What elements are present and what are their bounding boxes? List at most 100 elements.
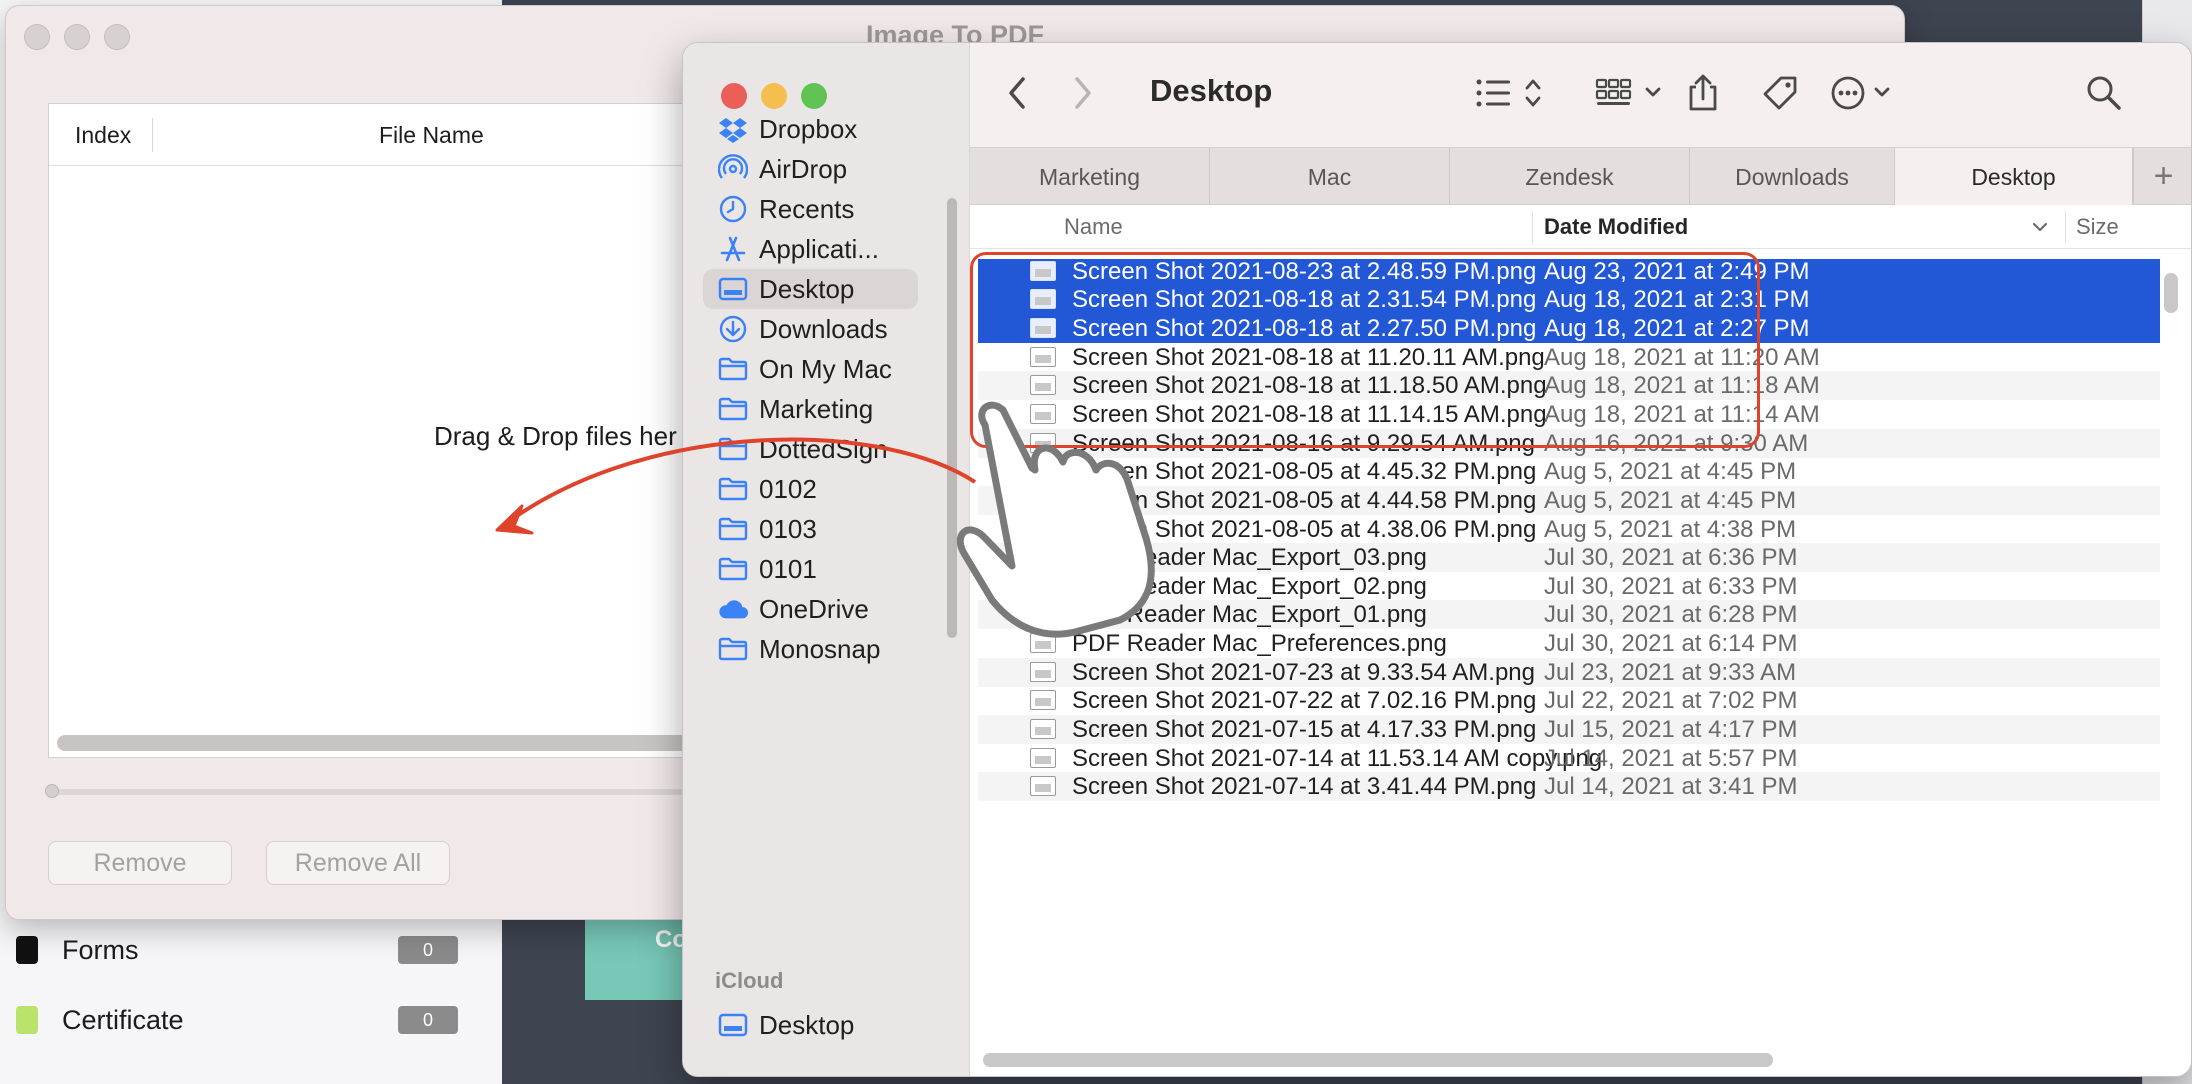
finder-toolbar: Desktop	[970, 43, 2191, 147]
remove-all-button[interactable]: Remove All	[266, 841, 450, 885]
sort-chevron-icon[interactable]	[2030, 217, 2050, 242]
file-row[interactable]: Screen Shot 2021-08-05 at 4.44.58 PM.png…	[978, 486, 2160, 515]
tab-downloads[interactable]: Downloads	[1690, 148, 1895, 206]
image-file-icon	[1030, 490, 1056, 510]
file-name: Screen Shot 2021-08-05 at 4.38.06 PM.png	[1072, 516, 1537, 543]
sidebar-item-airdrop[interactable]: AirDrop	[703, 149, 918, 189]
file-row[interactable]: PDF Reader Mac_Preferences.png Jul 30, 20…	[978, 629, 2160, 658]
sidebar-item-dropbox[interactable]: Dropbox	[703, 109, 918, 149]
folder-icon	[717, 353, 749, 385]
airdrop-icon	[717, 153, 749, 185]
image-file-icon	[1030, 633, 1056, 653]
sidebar-item-label: Desktop	[759, 273, 855, 304]
group-view-icon[interactable]	[1595, 71, 1667, 115]
file-list-horizontal-scrollbar[interactable]	[983, 1053, 1773, 1067]
sidebar-item-label: OneDrive	[759, 593, 869, 624]
image-file-icon	[1030, 576, 1056, 596]
file-row[interactable]: Screen Shot 2021-07-14 at 11.53.14 AM co…	[978, 744, 2160, 773]
sidebar-item-label: Applicati...	[759, 233, 879, 264]
file-row[interactable]: PDF Reader Mac_Export_01.png Jul 30, 2021…	[978, 600, 2160, 629]
column-header-date-modified[interactable]: Date Modified	[1544, 214, 1688, 240]
folder-icon	[717, 553, 749, 585]
file-row[interactable]: Screen Shot 2021-07-15 at 4.17.33 PM.png…	[978, 715, 2160, 744]
folder-icon	[717, 633, 749, 665]
sidebar-item-label: On My Mac	[759, 353, 892, 384]
file-name: Screen Shot 2021-07-14 at 11.53.14 AM co…	[1072, 745, 1603, 772]
sidebar-item-applicati[interactable]: Applicati...	[703, 229, 918, 269]
file-row[interactable]: Screen Shot 2021-07-14 at 3.41.44 PM.png…	[978, 772, 2160, 801]
sidebar-item-onedrive[interactable]: OneDrive	[703, 589, 918, 629]
search-icon[interactable]	[2084, 71, 2124, 115]
file-row[interactable]: Screen Shot 2021-07-23 at 9.33.54 AM.png…	[978, 658, 2160, 687]
tab-desktop[interactable]: Desktop	[1895, 148, 2133, 206]
file-name: PDF Reader Mac_Export_03.png	[1072, 544, 1427, 571]
remove-button[interactable]: Remove	[48, 841, 232, 885]
finder-window: Dropbox AirDrop Recents Applicati... Desktop…	[682, 42, 2192, 1077]
sidebar-scrollbar[interactable]	[947, 198, 957, 638]
sidebar-item-desktop[interactable]: Desktop	[703, 269, 918, 309]
file-name: Screen Shot 2021-08-05 at 4.45.32 PM.png	[1072, 458, 1537, 485]
sidebar-item-monosnap[interactable]: Monosnap	[703, 629, 918, 669]
share-icon[interactable]	[1683, 71, 1723, 115]
file-row[interactable]: Screen Shot 2021-08-05 at 4.45.32 PM.png…	[978, 457, 2160, 486]
count-badge: 0	[398, 1006, 458, 1034]
sidebar-item-label: Forms	[62, 934, 139, 965]
file-date-modified: Jul 23, 2021 at 9:33 AM	[1544, 659, 1797, 686]
more-actions-icon[interactable]	[1830, 71, 1900, 115]
image-file-icon	[1030, 690, 1056, 710]
sidebar-item-label: DottedSign	[759, 433, 888, 464]
file-row[interactable]: PDF Reader Mac_Export_02.png Jul 30, 2021…	[978, 572, 2160, 601]
slider-knob[interactable]	[45, 784, 59, 798]
forward-icon[interactable]	[1066, 71, 1100, 115]
sidebar-item-downloads[interactable]: Downloads	[703, 309, 918, 349]
close-button[interactable]	[721, 83, 747, 109]
sidebar-section-icloud: iCloud	[715, 968, 784, 993]
sidebar-item-icloud-desktop[interactable]: Desktop	[703, 997, 918, 1053]
file-list-scrollbar[interactable]	[2164, 273, 2178, 313]
image-file-icon	[1030, 604, 1056, 624]
back-icon[interactable]	[1000, 71, 1034, 115]
file-name: Screen Shot 2021-08-05 at 4.44.58 PM.png	[1072, 487, 1537, 514]
applications-icon	[717, 233, 749, 265]
tab-marketing[interactable]: Marketing	[970, 148, 1210, 206]
file-date-modified: Jul 22, 2021 at 7:02 PM	[1544, 687, 1798, 714]
file-name: Screen Shot 2021-07-22 at 7.02.16 PM.png	[1072, 687, 1537, 714]
sidebar-item-label: Monosnap	[759, 633, 881, 664]
new-tab-button[interactable]: +	[2133, 148, 2191, 206]
sidebar-item-0102[interactable]: 0102	[703, 469, 918, 509]
sidebar-item-0101[interactable]: 0101	[703, 549, 918, 589]
file-name: PDF Reader Mac_Export_02.png	[1072, 573, 1427, 600]
sidebar-item-recents[interactable]: Recents	[703, 189, 918, 229]
file-date-modified: Jul 30, 2021 at 6:28 PM	[1544, 601, 1798, 628]
finder-sidebar: Dropbox AirDrop Recents Applicati... Desktop…	[683, 43, 970, 1076]
folder-icon	[717, 393, 749, 425]
minimize-button[interactable]	[761, 83, 787, 109]
sidebar-item-dottedsign[interactable]: DottedSign	[703, 429, 918, 469]
file-date-modified: Jul 30, 2021 at 6:14 PM	[1544, 630, 1798, 657]
tab-zendesk[interactable]: Zendesk	[1450, 148, 1690, 206]
tag-icon[interactable]	[1760, 71, 1800, 115]
image-file-icon	[1030, 719, 1056, 739]
sidebar-item-0103[interactable]: 0103	[703, 509, 918, 549]
sidebar-item-on-my-mac[interactable]: On My Mac	[703, 349, 918, 389]
sidebar-item-forms[interactable]: Forms 0	[0, 920, 500, 980]
file-row[interactable]: Screen Shot 2021-08-05 at 4.38.06 PM.png…	[978, 515, 2160, 544]
tab-mac[interactable]: Mac	[1210, 148, 1450, 206]
sidebar-item-label: Dropbox	[759, 113, 858, 144]
sidebar-item-label: AirDrop	[759, 153, 848, 184]
sidebar-item-marketing[interactable]: Marketing	[703, 389, 918, 429]
zoom-button[interactable]	[801, 83, 827, 109]
sidebar-item-certificate[interactable]: Certificate 0	[0, 990, 500, 1050]
column-header-index[interactable]: Index	[75, 122, 131, 149]
column-header-name[interactable]: Name	[1064, 214, 1123, 240]
file-row[interactable]: Screen Shot 2021-07-22 at 7.02.16 PM.png…	[978, 686, 2160, 715]
folder-icon	[717, 513, 749, 545]
list-view-icon[interactable]	[1475, 71, 1549, 115]
file-row[interactable]: PDF Reader Mac_Export_03.png Jul 30, 2021…	[978, 543, 2160, 572]
column-header-file-name[interactable]: File Name	[379, 122, 484, 149]
image-file-icon	[1030, 519, 1056, 539]
image-file-icon	[1030, 776, 1056, 796]
column-header-size[interactable]: Size	[2076, 214, 2119, 240]
sidebar-item-label: Marketing	[759, 393, 874, 424]
count-badge: 0	[398, 936, 458, 964]
